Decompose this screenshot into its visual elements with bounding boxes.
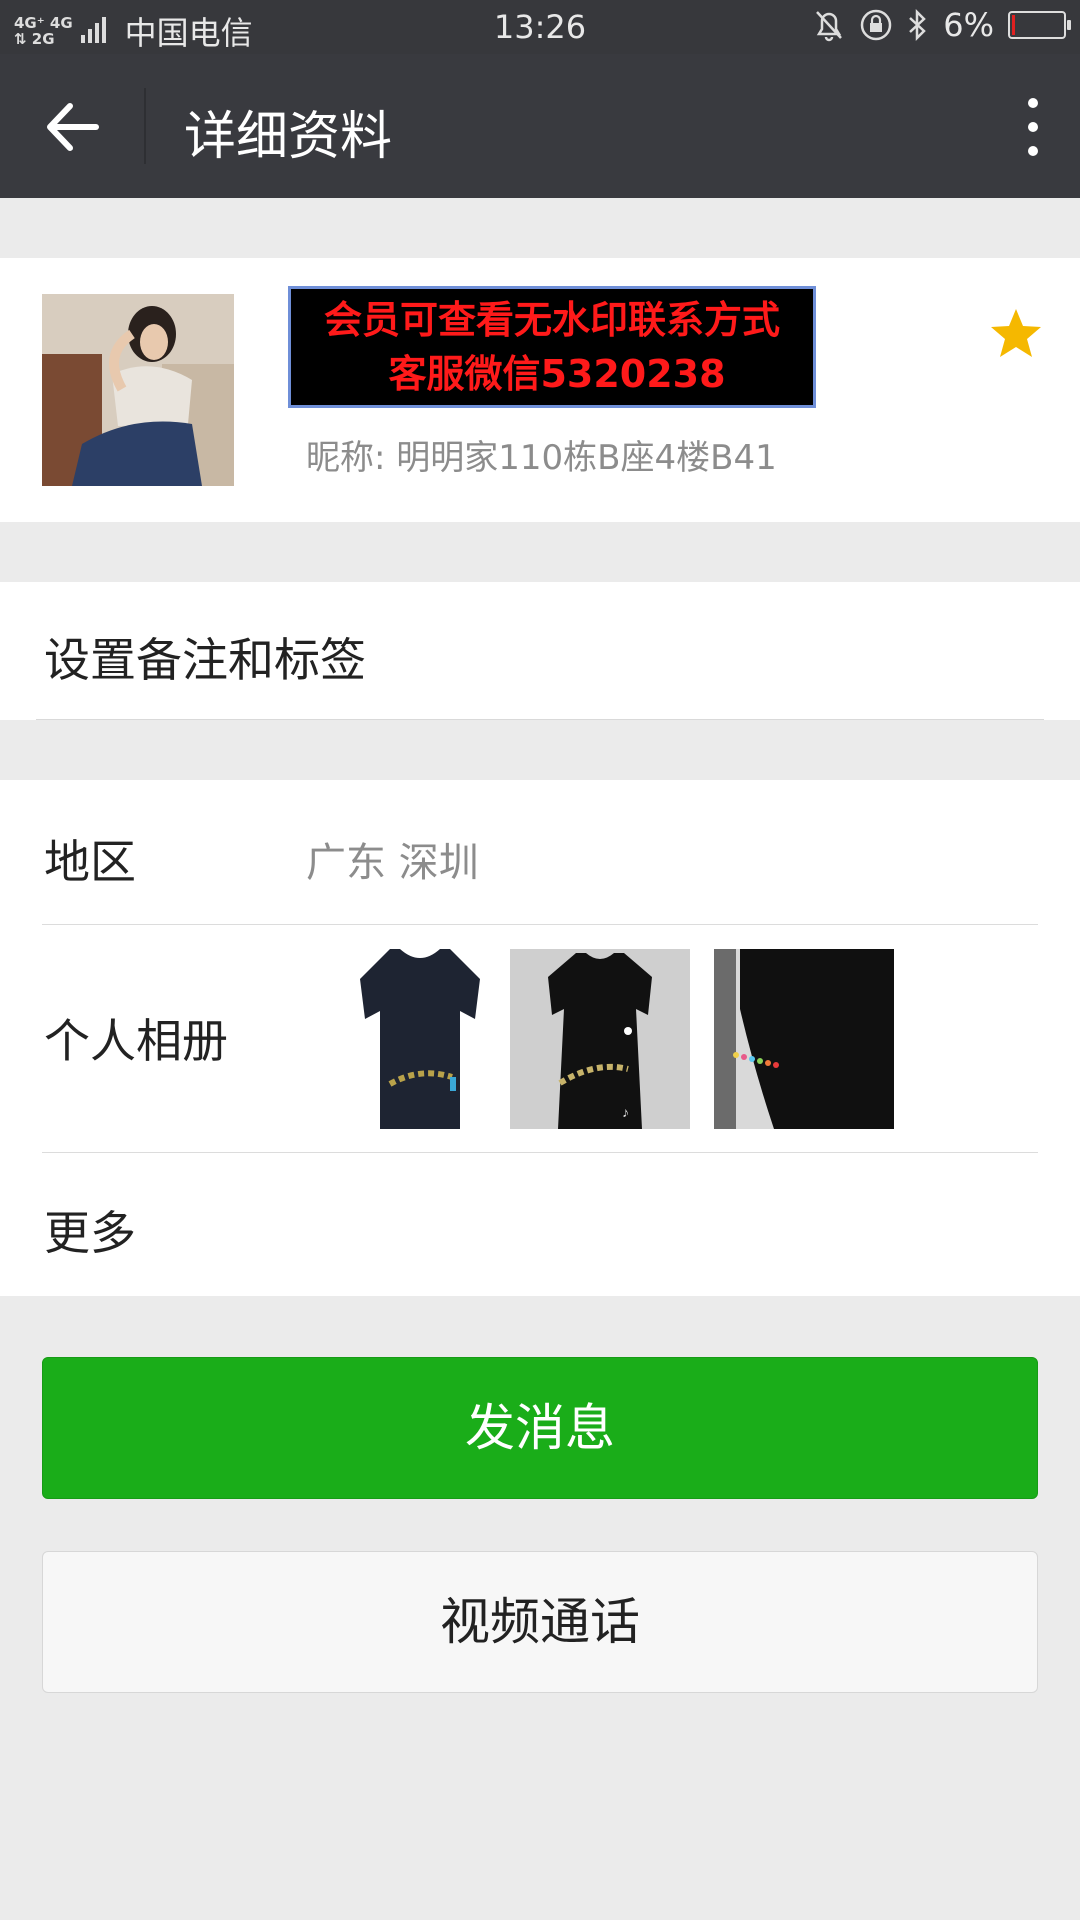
avatar[interactable] [42, 294, 234, 486]
back-arrow-icon[interactable] [44, 102, 100, 152]
album-photo[interactable]: ♪ [510, 949, 690, 1129]
more-row[interactable]: 更多 [0, 1153, 1080, 1296]
app-bar-divider [144, 88, 146, 164]
battery-percent: 6% [943, 6, 994, 44]
region-label: 地区 [44, 835, 136, 889]
nickname: 昵称: 明明家110栋B座4楼B41 [306, 438, 777, 478]
dress-image [330, 949, 510, 1129]
video-call-button[interactable]: 视频通话 [42, 1551, 1038, 1693]
status-bar: 4G⁺ 4G ⇅ 2G 中国电信 13:26 6% [0, 0, 1080, 54]
app-bar: 详细资料 [0, 54, 1080, 198]
album-row[interactable]: 个人相册 ♪ [0, 925, 1080, 1153]
watermark-overlay: 会员可查看无水印联系方式 客服微信5320238 [288, 286, 816, 408]
sleeve-image [714, 949, 894, 1129]
album-photo[interactable] [714, 949, 894, 1129]
avatar-image [42, 294, 234, 486]
info-card: 地区 广东 深圳 个人相册 ♪ 更多 [0, 780, 1080, 1296]
svg-text:♪: ♪ [622, 1104, 629, 1120]
battery-icon [1008, 11, 1071, 39]
divider [36, 719, 1044, 720]
remark-label: 设置备注和标签 [44, 633, 366, 687]
watermark-line-2: 客服微信5320238 [388, 352, 726, 396]
star-icon[interactable] [988, 306, 1044, 362]
region-value: 广东 深圳 [306, 840, 479, 886]
remark-and-tags-row[interactable]: 设置备注和标签 [0, 582, 1080, 720]
bluetooth-icon [909, 8, 927, 42]
region-row: 地区 广东 深圳 [0, 780, 1080, 926]
dress-image: ♪ [510, 949, 690, 1129]
album-label: 个人相册 [44, 1014, 228, 1068]
rotation-lock-icon [860, 9, 892, 41]
status-right: 6% [813, 6, 1071, 44]
mute-bell-icon [816, 11, 843, 42]
more-options-icon[interactable] [1026, 98, 1040, 158]
more-label: 更多 [44, 1206, 136, 1260]
page-title: 详细资料 [184, 107, 393, 167]
profile-card: 会员可查看无水印联系方式 客服微信5320238 昵称: 明明家110栋B座4楼… [0, 258, 1080, 522]
send-message-button[interactable]: 发消息 [42, 1357, 1038, 1499]
album-photo[interactable] [330, 949, 510, 1129]
battery-level [1012, 15, 1015, 35]
watermark-line-1: 会员可查看无水印联系方式 [323, 298, 780, 342]
